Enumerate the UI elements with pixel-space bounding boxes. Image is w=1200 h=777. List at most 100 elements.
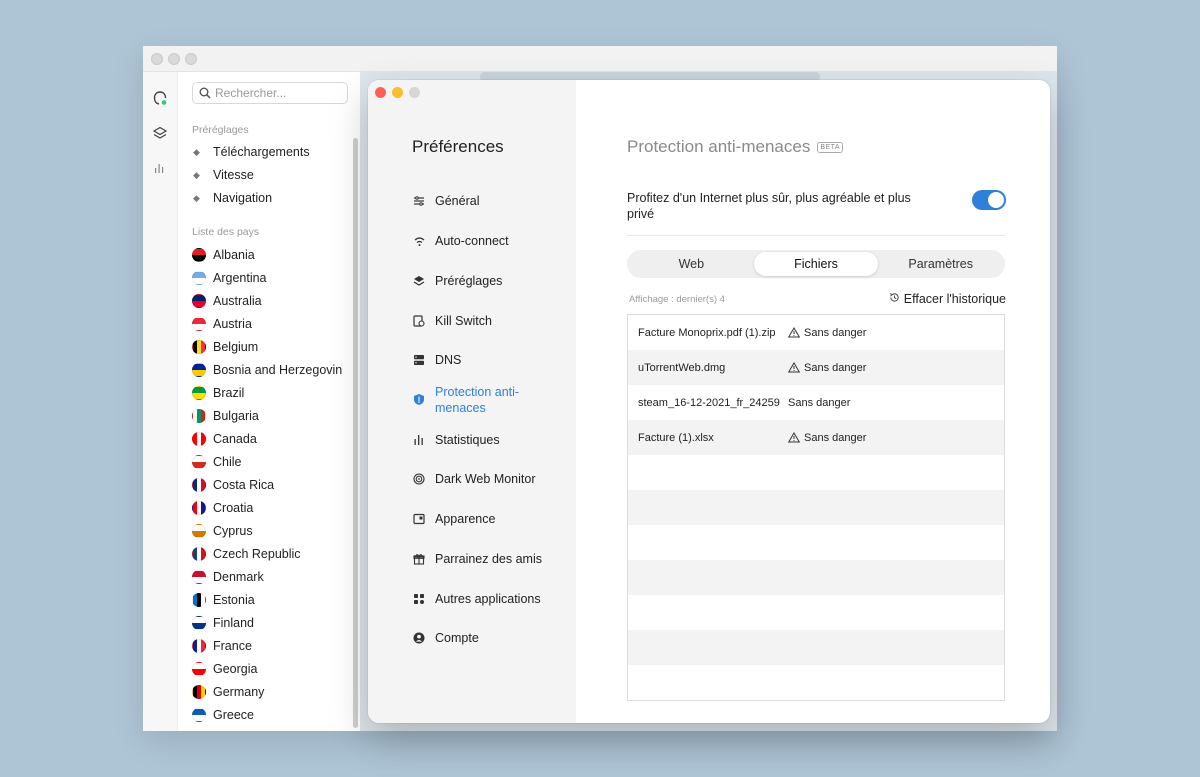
table-row bbox=[628, 595, 1004, 630]
nav-label: Protection anti-menaces bbox=[435, 385, 520, 415]
nav-item-threat-protection[interactable]: Protection anti-menaces bbox=[412, 384, 522, 416]
tab-settings[interactable]: Paramètres bbox=[878, 252, 1003, 276]
zoom-window-button[interactable] bbox=[185, 53, 197, 65]
country-item[interactable]: Austria bbox=[192, 314, 252, 334]
flag-icon bbox=[192, 455, 206, 469]
preset-item-navigation[interactable]: ◆ Navigation bbox=[193, 188, 272, 208]
user-circle-icon bbox=[412, 631, 426, 645]
country-item[interactable]: Denmark bbox=[192, 567, 264, 587]
nav-item-dns[interactable]: DNS bbox=[412, 352, 572, 368]
vpn-status-icon[interactable] bbox=[151, 89, 169, 107]
scan-status: Sans danger bbox=[788, 432, 866, 444]
country-label: Finland bbox=[213, 616, 254, 630]
preset-item-speed[interactable]: ◆ Vitesse bbox=[193, 165, 254, 185]
warning-icon bbox=[788, 327, 800, 338]
table-row bbox=[628, 455, 1004, 490]
search-input[interactable]: Rechercher... bbox=[192, 82, 348, 104]
nav-item-appearance[interactable]: Apparence bbox=[412, 511, 572, 527]
country-item[interactable]: Cyprus bbox=[192, 521, 253, 541]
tab-files[interactable]: Fichiers bbox=[753, 252, 879, 276]
toggle-knob bbox=[988, 192, 1004, 208]
shield-icon bbox=[412, 392, 426, 406]
nav-item-dark-web-monitor[interactable]: Dark Web Monitor bbox=[412, 471, 572, 487]
table-row[interactable]: uTorrentWeb.dmg Sans danger bbox=[628, 350, 1004, 385]
flag-icon bbox=[192, 248, 206, 262]
country-item[interactable]: France bbox=[192, 636, 252, 656]
nav-item-general[interactable]: Général bbox=[412, 193, 572, 209]
country-item[interactable]: Costa Rica bbox=[192, 475, 274, 495]
country-label: Costa Rica bbox=[213, 478, 275, 492]
country-item[interactable]: Finland bbox=[192, 613, 254, 633]
layers-icon: ◆ bbox=[193, 169, 200, 180]
country-item[interactable]: Argentina bbox=[192, 268, 267, 288]
threat-protection-toggle[interactable] bbox=[972, 190, 1006, 210]
country-item[interactable]: Bosnia and Herzegovin bbox=[192, 360, 342, 380]
table-row bbox=[628, 560, 1004, 595]
country-item[interactable]: Georgia bbox=[192, 659, 257, 679]
feature-description: Profitez d'un Internet plus sûr, plus ag… bbox=[627, 191, 911, 221]
scanned-files-table: Facture Monoprix.pdf (1).zip Sans danger u… bbox=[627, 314, 1005, 701]
apps-grid-icon bbox=[412, 592, 426, 606]
flag-icon bbox=[192, 708, 206, 722]
country-item[interactable]: Australia bbox=[192, 291, 262, 311]
search-placeholder: Rechercher... bbox=[215, 86, 287, 100]
country-item[interactable]: Brazil bbox=[192, 383, 244, 403]
nav-item-presets[interactable]: Préréglages bbox=[412, 273, 572, 289]
preset-item-downloads[interactable]: ◆ Téléchargements bbox=[193, 142, 310, 162]
close-window-button[interactable] bbox=[375, 87, 386, 98]
history-count-label: Affichage : dernier(s) 4 bbox=[629, 294, 725, 305]
flag-icon bbox=[192, 616, 206, 630]
table-row[interactable]: Facture (1).xlsx Sans danger bbox=[628, 420, 1004, 455]
country-item[interactable]: Czech Republic bbox=[192, 544, 301, 564]
clear-history-button[interactable]: Effacer l'historique bbox=[889, 292, 1006, 306]
minimize-window-button[interactable] bbox=[392, 87, 403, 98]
flag-icon bbox=[192, 340, 206, 354]
nav-label: Dark Web Monitor bbox=[435, 472, 536, 486]
stats-icon[interactable] bbox=[151, 159, 169, 177]
close-window-button[interactable] bbox=[151, 53, 163, 65]
country-item[interactable]: Estonia bbox=[192, 590, 255, 610]
nav-item-auto-connect[interactable]: Auto-connect bbox=[412, 233, 572, 249]
gift-icon bbox=[412, 552, 426, 566]
country-scrollbar[interactable] bbox=[353, 138, 358, 728]
flag-icon bbox=[192, 524, 206, 538]
flag-icon bbox=[192, 593, 206, 607]
table-row[interactable]: steam_16-12-2021_fr_24259 Sans danger bbox=[628, 385, 1004, 420]
nav-item-account[interactable]: Compte bbox=[412, 630, 572, 646]
country-label: Czech Republic bbox=[213, 547, 301, 561]
minimize-window-button[interactable] bbox=[168, 53, 180, 65]
nav-item-refer-friends[interactable]: Parrainez des amis bbox=[412, 551, 572, 567]
country-item[interactable]: Canada bbox=[192, 429, 257, 449]
tab-web[interactable]: Web bbox=[629, 252, 754, 276]
flag-icon bbox=[192, 685, 206, 699]
table-row[interactable]: Facture Monoprix.pdf (1).zip Sans danger bbox=[628, 315, 1004, 350]
flag-icon bbox=[192, 662, 206, 676]
preset-label: Navigation bbox=[213, 191, 273, 205]
zoom-window-button[interactable] bbox=[409, 87, 420, 98]
nav-label: Préréglages bbox=[435, 274, 503, 288]
nav-item-other-apps[interactable]: Autres applications bbox=[412, 591, 572, 607]
nav-item-statistics[interactable]: Statistiques bbox=[412, 432, 572, 448]
country-item[interactable]: Bulgaria bbox=[192, 406, 259, 426]
threat-protection-panel: Protection anti-menaces BETA Profitez d'… bbox=[576, 80, 1050, 723]
country-label: Argentina bbox=[213, 271, 267, 285]
country-item[interactable]: Albania bbox=[192, 245, 255, 265]
layers-icon[interactable] bbox=[151, 124, 169, 142]
nav-label: Général bbox=[435, 194, 480, 208]
flag-icon bbox=[192, 501, 206, 515]
layers-icon: ◆ bbox=[193, 192, 200, 203]
nav-item-kill-switch[interactable]: Kill Switch bbox=[412, 313, 572, 329]
tab-bar: Web Fichiers Paramètres bbox=[627, 250, 1005, 278]
country-item[interactable]: Chile bbox=[192, 452, 242, 472]
nav-label: Auto-connect bbox=[435, 234, 509, 248]
country-item[interactable]: Germany bbox=[192, 682, 264, 702]
window-icon bbox=[412, 512, 426, 526]
country-label: Austria bbox=[213, 317, 252, 331]
country-item[interactable]: Belgium bbox=[192, 337, 258, 357]
app-rail bbox=[143, 72, 178, 731]
layers-icon bbox=[412, 274, 426, 288]
country-item[interactable]: Croatia bbox=[192, 498, 253, 518]
scan-status-text: Sans danger bbox=[804, 361, 867, 374]
search-icon bbox=[199, 87, 211, 99]
country-item[interactable]: Greece bbox=[192, 705, 254, 725]
